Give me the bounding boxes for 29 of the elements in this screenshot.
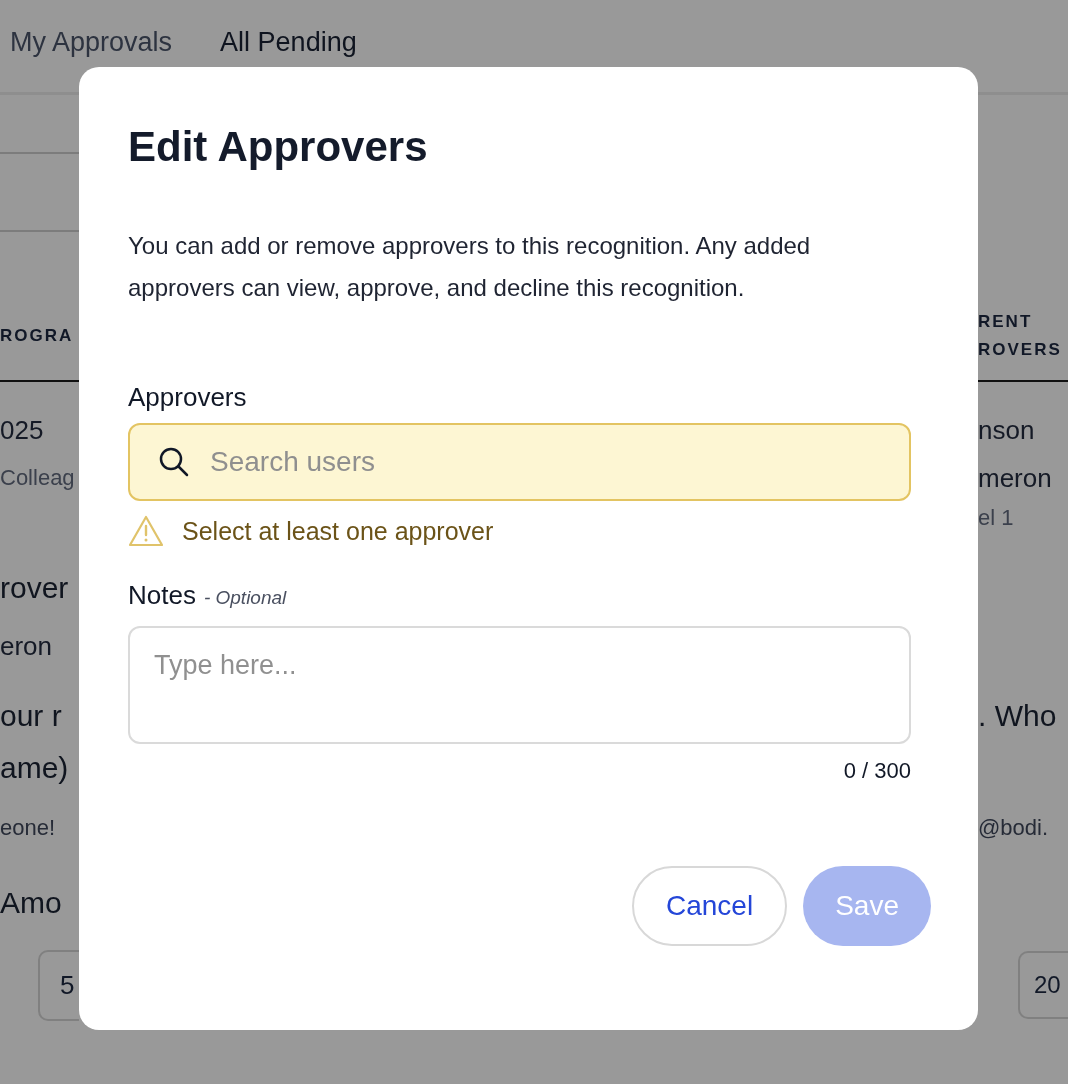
- table-subtext: Colleag: [0, 465, 75, 491]
- table-subtext: el 1: [978, 505, 1014, 531]
- warning-icon: [128, 515, 164, 547]
- table-text: meron: [978, 462, 1052, 494]
- cancel-button[interactable]: Cancel: [632, 866, 788, 946]
- character-counter: 0 / 300: [843, 758, 911, 784]
- field-label: Approvers: [128, 381, 248, 414]
- table-text: 025: [0, 414, 44, 446]
- section-heading: Amo: [0, 886, 62, 920]
- section-heading: rover: [0, 571, 69, 605]
- error-message: Select at least one approver: [182, 516, 494, 546]
- notes-field[interactable]: Type here...: [128, 626, 911, 744]
- amount-chip: 20: [1018, 951, 1068, 1019]
- dialog-title: Edit Approvers: [128, 122, 429, 172]
- field-label: Notes: [128, 579, 196, 612]
- table-text: nson: [978, 414, 1035, 446]
- tab[interactable]: My Approvals: [10, 26, 173, 58]
- section-heading: our r: [0, 699, 62, 733]
- section-heading: . Who: [978, 699, 1057, 733]
- section-heading: ame): [0, 751, 69, 785]
- dialog-description: You can add or remove approvers to this recognition. Any added approvers can view, approve, and decline this recognition.: [128, 231, 812, 303]
- column-header: ROGRA: [0, 325, 74, 347]
- column-header: RENT ROVERS: [978, 311, 1063, 361]
- optional-hint: - Optional: [203, 586, 287, 610]
- body-text: eone!: [0, 815, 56, 841]
- table-text: eron: [0, 630, 53, 662]
- search-field[interactable]: Search users: [128, 423, 911, 501]
- body-text: @bodi.: [978, 815, 1049, 841]
- tab[interactable]: All Pending: [220, 26, 357, 58]
